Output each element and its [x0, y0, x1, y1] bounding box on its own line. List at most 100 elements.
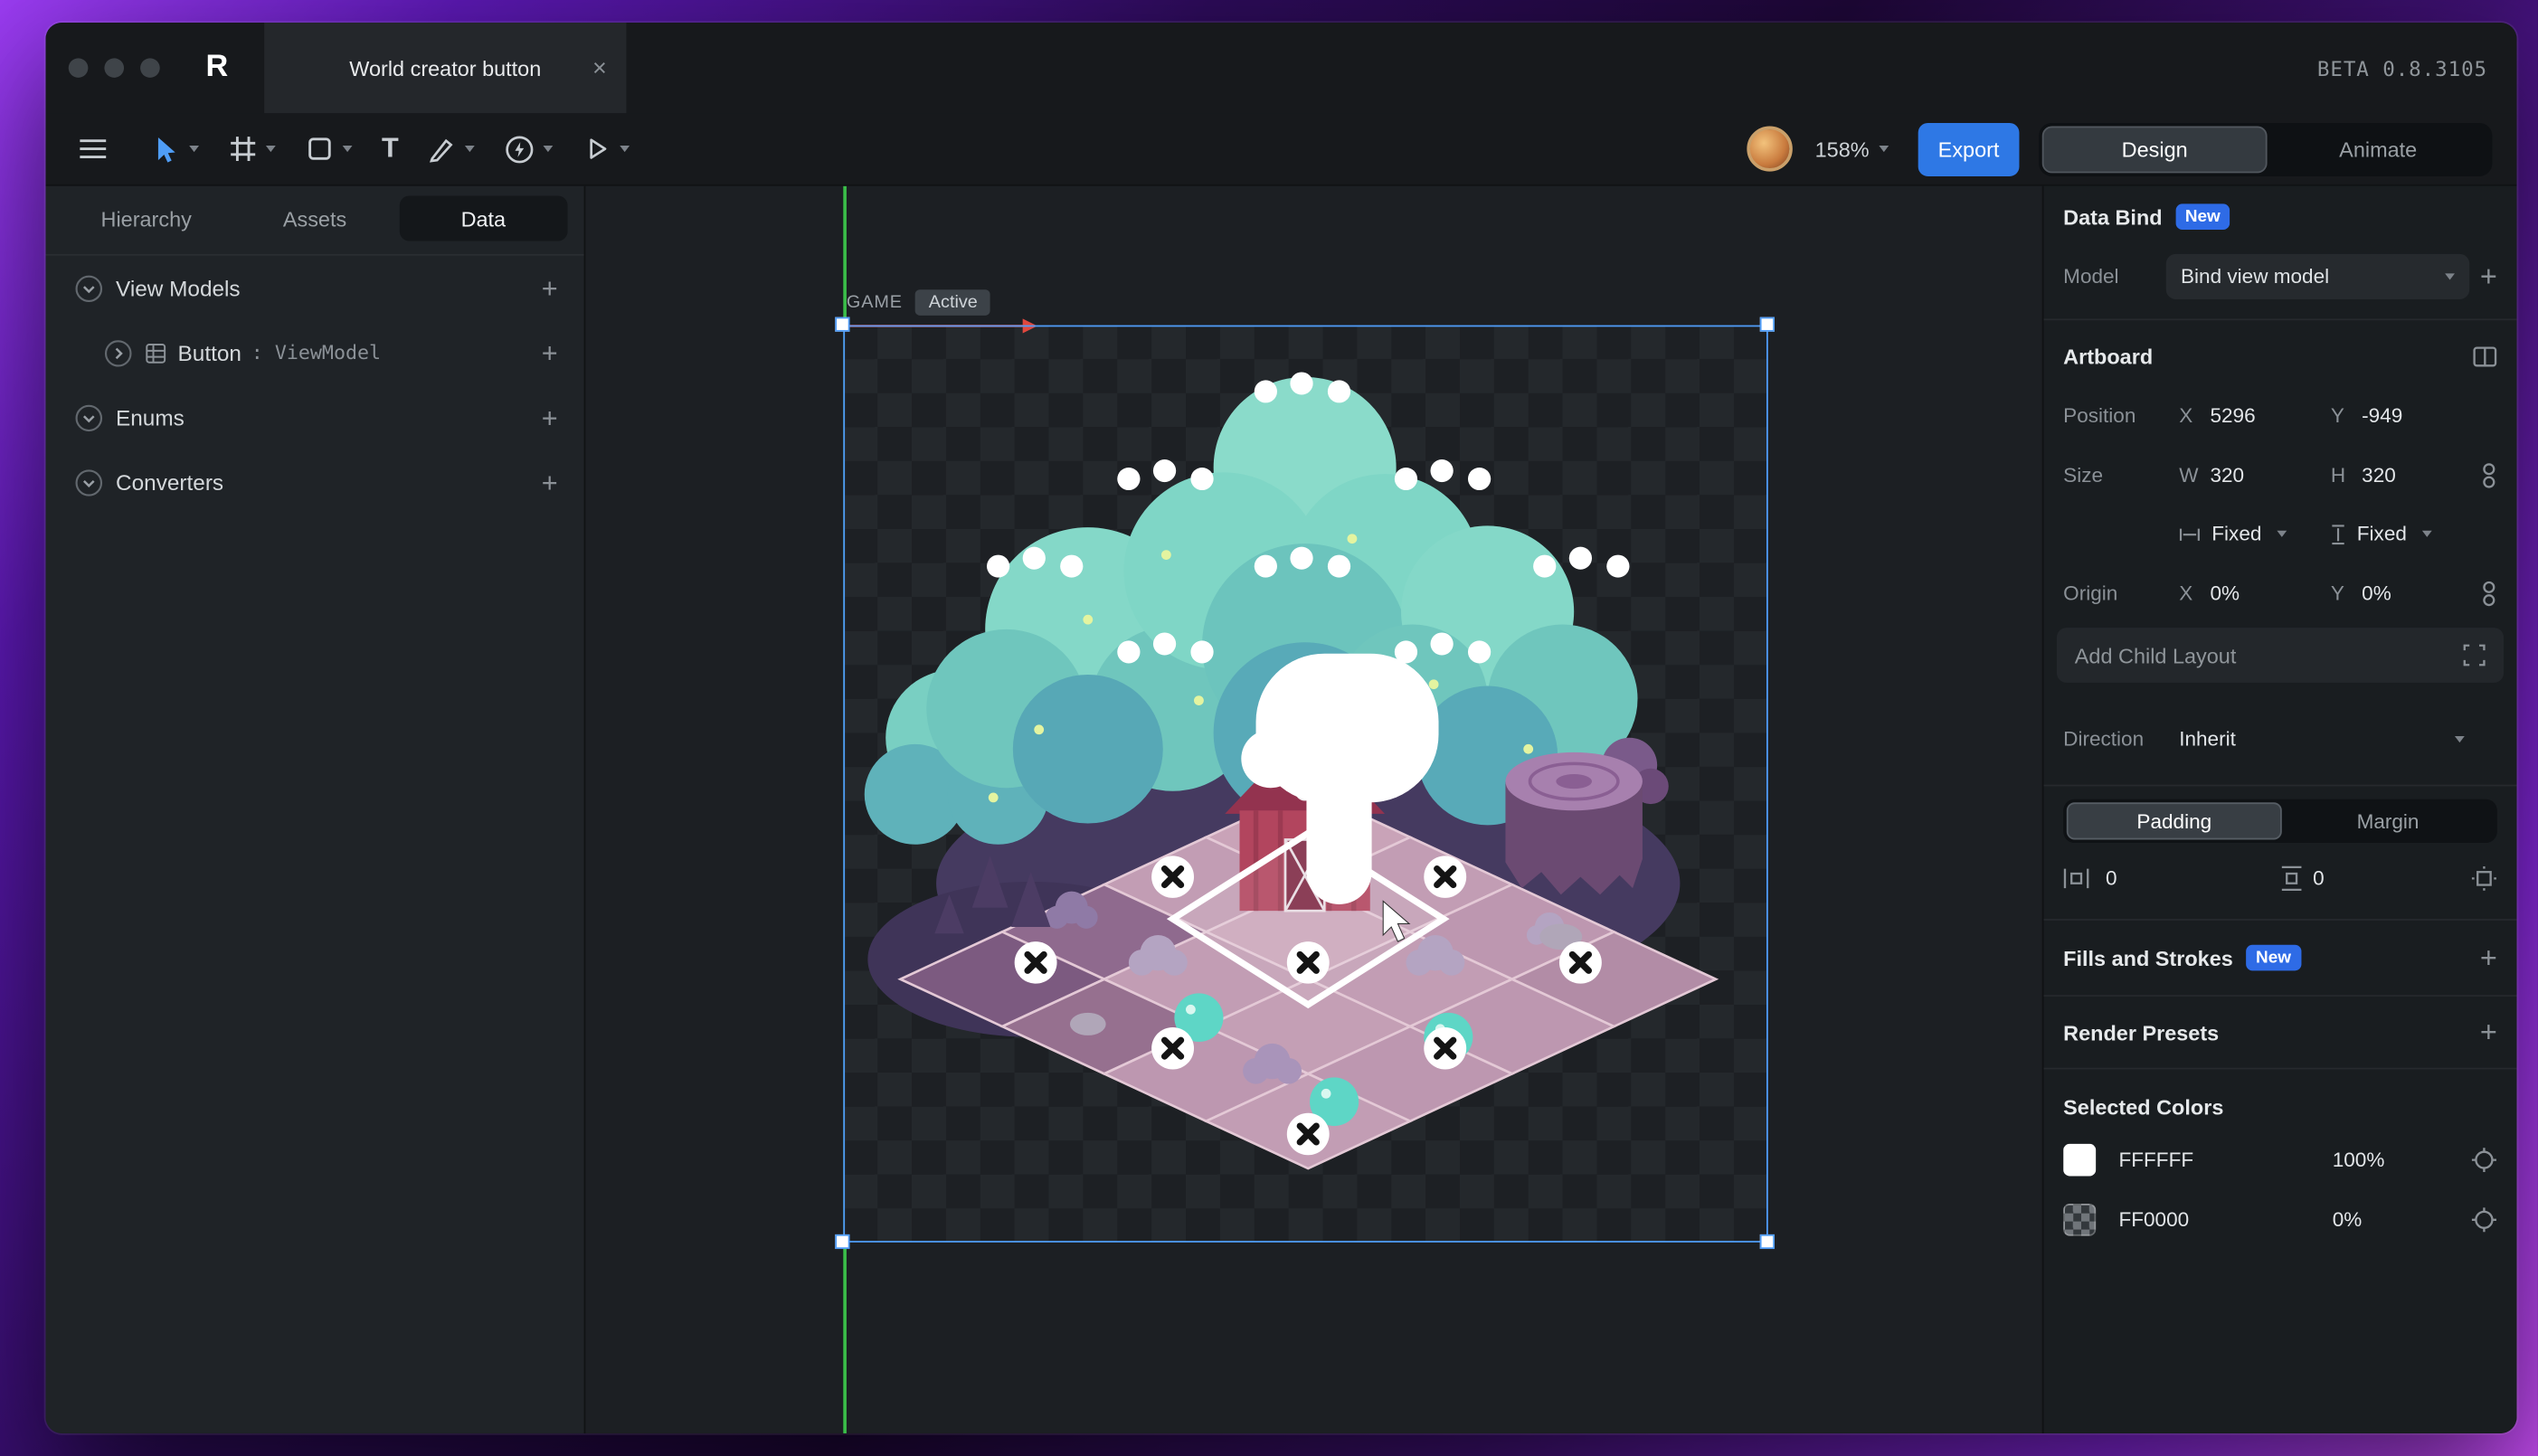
- artboard-header[interactable]: GAME Active: [847, 289, 990, 316]
- color-swatch-red-transparent[interactable]: [2063, 1204, 2096, 1236]
- text-tool-button[interactable]: T: [382, 133, 399, 165]
- direction-value[interactable]: Inherit: [2179, 728, 2236, 751]
- canvas[interactable]: GAME Active: [585, 186, 2041, 1433]
- artboard-tool-button[interactable]: [228, 134, 275, 163]
- shape-tool-button[interactable]: [305, 134, 352, 163]
- add-converter-button[interactable]: +: [542, 468, 558, 496]
- size-w-value[interactable]: 320: [2210, 464, 2244, 487]
- view-models-label: View Models: [116, 276, 241, 300]
- bind-view-model-dropdown[interactable]: Bind view model: [2166, 254, 2469, 299]
- sidebar-item-view-models[interactable]: View Models +: [45, 256, 583, 321]
- direction-caret-icon[interactable]: [2455, 736, 2465, 742]
- select-tool-button[interactable]: [150, 134, 199, 165]
- play-tool-caret-icon[interactable]: [620, 146, 630, 152]
- origin-link-icon[interactable]: [2481, 581, 2497, 607]
- tab-data[interactable]: Data: [399, 195, 567, 241]
- color-hex-red[interactable]: FF0000: [2118, 1208, 2189, 1231]
- color-opacity-red[interactable]: 0%: [2333, 1208, 2363, 1231]
- tab-assets[interactable]: Assets: [231, 195, 399, 241]
- minimize-window-button[interactable]: [104, 58, 124, 77]
- tab-design[interactable]: Design: [2042, 126, 2268, 173]
- bind-view-model-value: Bind view model: [2181, 265, 2329, 288]
- color-hex-white[interactable]: FFFFFF: [2118, 1149, 2193, 1171]
- traffic-lights: [69, 58, 160, 77]
- divider: [2044, 995, 2517, 997]
- width-mode-icon: [2179, 526, 2200, 541]
- artboard-surface[interactable]: [843, 326, 1767, 1243]
- tab-animate[interactable]: Animate: [2268, 126, 2489, 173]
- add-enum-button[interactable]: +: [542, 403, 558, 430]
- pen-tool-button[interactable]: [428, 134, 475, 163]
- select-tool-caret-icon[interactable]: [189, 146, 199, 152]
- color-row-white[interactable]: FFFFFF 100%: [2063, 1136, 2497, 1185]
- artboard-section-title: Artboard: [2063, 344, 2153, 368]
- sidebar-item-button-viewmodel[interactable]: Button : ViewModel +: [45, 320, 583, 385]
- app-window: R World creator button × BETA 0.8.3105 T: [45, 23, 2516, 1433]
- size-h-value[interactable]: 320: [2362, 464, 2396, 487]
- tab-margin[interactable]: Margin: [2282, 802, 2494, 839]
- events-tool-button[interactable]: [505, 134, 554, 165]
- width-mode-dropdown[interactable]: Fixed: [2179, 523, 2286, 545]
- events-tool-caret-icon[interactable]: [544, 146, 554, 152]
- main-menu-button[interactable]: [79, 137, 108, 160]
- padding-per-side-icon[interactable]: [2471, 865, 2497, 892]
- zoom-window-button[interactable]: [140, 58, 160, 77]
- position-x-value[interactable]: 5296: [2210, 404, 2255, 427]
- tab-hierarchy[interactable]: Hierarchy: [62, 195, 231, 241]
- pen-tool-caret-icon[interactable]: [466, 146, 476, 152]
- shape-tool-caret-icon[interactable]: [343, 146, 353, 152]
- artboard-layout-columns-icon[interactable]: [2473, 345, 2497, 366]
- titlebar: R World creator button × BETA 0.8.3105: [45, 23, 2516, 113]
- close-window-button[interactable]: [69, 58, 89, 77]
- selection-handle-top-right[interactable]: [1760, 317, 1775, 332]
- sidebar-item-converters[interactable]: Converters +: [45, 449, 583, 515]
- export-button[interactable]: Export: [1918, 122, 2020, 175]
- selection-handle-top-left[interactable]: [835, 317, 849, 332]
- pen-icon: [428, 134, 457, 163]
- padding-margin-switcher: Padding Margin: [2063, 799, 2497, 843]
- selection-handle-bottom-left[interactable]: [835, 1234, 849, 1249]
- height-mode-value: Fixed: [2357, 523, 2407, 545]
- sidebar-item-enums[interactable]: Enums +: [45, 385, 583, 450]
- color-swatch-white[interactable]: [2063, 1144, 2096, 1177]
- tab-padding[interactable]: Padding: [2067, 802, 2282, 839]
- add-view-model-button[interactable]: +: [542, 274, 558, 301]
- origin-x-value[interactable]: 0%: [2210, 582, 2240, 605]
- avatar[interactable]: [1747, 127, 1792, 172]
- add-button-property-button[interactable]: +: [542, 339, 558, 366]
- chevron-down-circle-icon[interactable]: [75, 468, 103, 496]
- render-presets-row: Render Presets +: [2063, 1007, 2497, 1056]
- size-link-icon[interactable]: [2481, 463, 2497, 489]
- artboard-scene[interactable]: [843, 326, 1767, 1243]
- artboard-tool-caret-icon[interactable]: [266, 146, 276, 152]
- selection-handle-bottom-right[interactable]: [1760, 1234, 1775, 1249]
- chevron-right-circle-icon[interactable]: [104, 339, 132, 366]
- expand-icon: [2463, 644, 2486, 667]
- padding-horizontal-value[interactable]: 0: [2106, 867, 2117, 890]
- add-child-layout-button[interactable]: Add Child Layout: [2057, 628, 2504, 683]
- height-mode-icon: [2331, 524, 2345, 544]
- play-tool-button[interactable]: [582, 134, 630, 163]
- add-render-preset-button[interactable]: +: [2480, 1017, 2497, 1046]
- zoom-control[interactable]: 158%: [1815, 137, 1889, 161]
- size-row: Size W 320 H 320: [2063, 451, 2497, 500]
- document-tab[interactable]: World creator button ×: [264, 23, 626, 113]
- color-opacity-white[interactable]: 100%: [2333, 1149, 2385, 1171]
- origin-y-value[interactable]: 0%: [2362, 582, 2391, 605]
- color-target-icon[interactable]: [2471, 1207, 2497, 1234]
- color-row-red[interactable]: FF0000 0%: [2063, 1196, 2497, 1244]
- artboard-name-label[interactable]: GAME: [847, 293, 903, 312]
- size-w-label: W: [2179, 464, 2198, 487]
- selected-colors-header: Selected Colors: [2063, 1083, 2497, 1131]
- add-fill-button[interactable]: +: [2480, 943, 2497, 972]
- add-data-bind-button[interactable]: +: [2480, 262, 2497, 291]
- padding-vertical-value[interactable]: 0: [2313, 867, 2325, 890]
- height-mode-dropdown[interactable]: Fixed: [2331, 523, 2431, 545]
- chevron-down-circle-icon[interactable]: [75, 403, 103, 430]
- color-target-icon[interactable]: [2471, 1147, 2497, 1173]
- position-y-value[interactable]: -949: [2362, 404, 2402, 427]
- size-h-label: H: [2331, 464, 2345, 487]
- chevron-down-circle-icon[interactable]: [75, 274, 103, 301]
- close-tab-icon[interactable]: ×: [592, 54, 607, 81]
- enums-label: Enums: [116, 405, 185, 430]
